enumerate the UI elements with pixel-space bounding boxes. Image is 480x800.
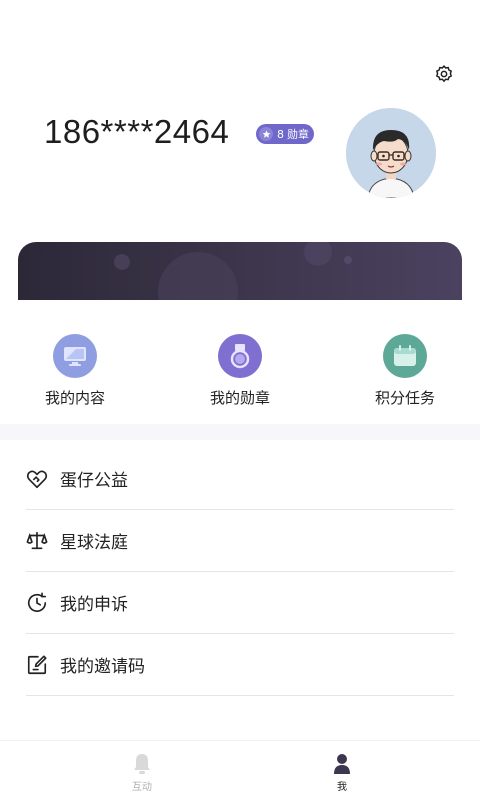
menu-item-label: 蛋仔公益 (60, 471, 128, 491)
banner-decoration (114, 242, 352, 300)
person-icon (334, 754, 350, 774)
menu-item-charity[interactable]: 蛋仔公益 (26, 448, 454, 510)
menu-item-appeal[interactable]: 我的申诉 (26, 572, 454, 634)
promo-banner[interactable] (18, 242, 462, 300)
avatar[interactable] (346, 108, 436, 198)
section-divider (0, 424, 480, 440)
edit-note-icon (26, 654, 48, 676)
medal-count-badge[interactable]: 8 勋章 (256, 124, 314, 144)
my-medals-button[interactable]: 我的勋章 (180, 334, 300, 408)
avatar-illustration (346, 108, 436, 198)
medal-label: 勋章 (287, 128, 309, 141)
bottom-tab-bar: 互动 我 (0, 740, 480, 800)
menu-item-invite-code[interactable]: 我的邀请码 (26, 634, 454, 696)
menu-item-label: 星球法庭 (60, 533, 128, 553)
tab-me[interactable]: 我 (312, 753, 372, 795)
my-content-label: 我的内容 (44, 389, 105, 407)
medal-icon (218, 334, 262, 378)
tab-label: 互动 (132, 782, 152, 793)
settings-menu: 蛋仔公益 星球法庭 我的申诉 我的邀请码 (26, 448, 454, 696)
points-tasks-button[interactable]: 积分任务 (345, 334, 465, 408)
scales-icon (26, 530, 48, 552)
menu-item-label: 我的申诉 (60, 595, 128, 615)
star-icon (259, 127, 273, 141)
calendar-icon (383, 334, 427, 378)
bell-icon (134, 754, 150, 774)
tab-label: 我 (337, 782, 347, 793)
menu-item-label: 我的邀请码 (60, 657, 145, 677)
tab-interact[interactable]: 互动 (112, 753, 172, 795)
points-tasks-label: 积分任务 (374, 389, 435, 407)
settings-button[interactable] (432, 62, 456, 86)
my-medals-label: 我的勋章 (209, 389, 270, 407)
user-phone: 186****2464 (44, 113, 230, 150)
my-content-button[interactable]: 我的内容 (15, 334, 135, 408)
heart-hands-icon (26, 468, 48, 490)
clock-icon (26, 592, 48, 614)
menu-item-court[interactable]: 星球法庭 (26, 510, 454, 572)
gear-icon (435, 64, 453, 83)
quick-actions: 我的内容 我的勋章 积分任务 (0, 334, 480, 414)
medal-count: 8 (277, 127, 284, 141)
monitor-icon (53, 334, 97, 378)
